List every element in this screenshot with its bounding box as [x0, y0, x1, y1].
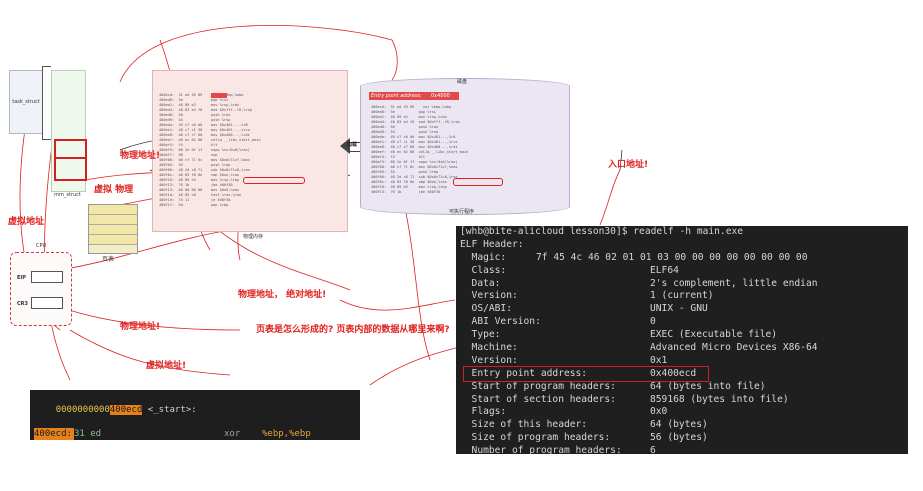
elf-row-value: UNIX - GNU: [650, 303, 708, 315]
terminal-readelf: [whb@bite-alicloud lesson30]$ readelf -h…: [456, 226, 908, 454]
disk-title: 磁盘: [457, 79, 468, 85]
elf-row-value: 0x0: [650, 406, 668, 418]
elf-row-key: OS/ABI:: [460, 303, 512, 315]
elf-row-value: 6: [650, 445, 656, 454]
annotation-page-table-question: 页表是怎么形成的? 页表内部的数据从哪里来啊?: [256, 325, 450, 335]
task-struct-label: task_struct: [12, 99, 40, 105]
task-struct-box: task_struct: [9, 70, 43, 134]
annotation-virtual-physical: 虚拟 物理: [94, 185, 134, 195]
disk-label: 可执行程序: [449, 209, 475, 215]
annotation-physical-address: 物理地址!: [120, 151, 161, 161]
elf-row-key: Flags:: [460, 406, 507, 418]
elf-row: ABI Version: 0: [460, 316, 908, 329]
cr3-label: CR3: [17, 301, 28, 307]
elf-row-value: 859168 (bytes into file): [650, 393, 789, 405]
annotation-virtual-address-bottom: 虚拟地址!: [146, 361, 187, 371]
memory-highlight: [211, 93, 227, 98]
elf-row-key: Version:: [460, 290, 518, 302]
elf-row-value: 56 (bytes): [650, 432, 708, 444]
disk-entry-label: Entry point address:: [371, 93, 422, 99]
elf-magic-key: Magic:: [460, 251, 507, 263]
annotation-physical-absolute: 物理地址， 绝对地址!: [238, 290, 327, 300]
mm-segment-upper: [54, 139, 87, 159]
elf-row-value: 0: [650, 316, 656, 328]
mm-struct-box: [51, 70, 87, 192]
disasm-line-addr: 400ecd:: [34, 428, 74, 440]
elf-row-key: Size of program headers:: [460, 432, 611, 444]
physical-memory-panel: 400ecd: 31 ed 49 89 xor %ebp,%ebp 400ed0…: [152, 70, 348, 240]
elf-row-key: Class:: [460, 264, 507, 276]
elf-row: Machine: Advanced Micro Devices X86-64: [460, 342, 908, 355]
disk-call-highlight: [453, 178, 503, 186]
elf-row-key: Start of section headers:: [460, 393, 616, 405]
cr3-register: [31, 297, 63, 309]
elf-row-value: 64 (bytes into file): [650, 380, 766, 392]
elf-magic-row: Magic: 7f 45 4c 46 02 01 01 03 00 00 00 0…: [460, 252, 908, 265]
page-table-box: [88, 204, 138, 254]
elf-row-key: Machine:: [460, 342, 518, 354]
elf-row-key: Data:: [460, 277, 501, 289]
mm-segment-lower: [54, 157, 87, 181]
disk-panel: 磁盘 Entry point address: 0x4000 400ecd: 3…: [360, 78, 570, 215]
entry-point-highlight: [463, 366, 709, 382]
elf-magic-value: 7f 45 4c 46 02 01 01 03 00 00 00 00 00 0…: [536, 251, 808, 263]
elf-row: Size of program headers: 56 (bytes): [460, 432, 908, 445]
elf-row: Data: 2's complement, little endian: [460, 278, 908, 291]
load-label: 加载: [347, 142, 358, 148]
elf-row: Start of section headers: 859168 (bytes i…: [460, 394, 908, 407]
elf-header-rows: Class: ELF64 Data: 2's complement, little …: [460, 265, 908, 454]
disasm-line-op: xor: [224, 429, 241, 439]
elf-row-value: 1 (current): [650, 290, 714, 302]
page-table-label: 页表: [102, 256, 115, 263]
elf-header-title: ELF Header:: [460, 238, 524, 250]
elf-row-value: ELF64: [650, 264, 679, 276]
elf-row-key: Number of program headers:: [460, 445, 622, 454]
disasm-line-args: %ebp,%ebp: [262, 429, 311, 439]
elf-row: Number of program headers: 6: [460, 445, 908, 454]
cpu-box: EIP CR3: [10, 252, 72, 326]
elf-row-key: Size of this header:: [460, 419, 588, 431]
elf-row-key: Start of program headers:: [460, 380, 616, 392]
disasm-panel: 0000000000400ecd <_start>: 400ecd: 31 ed x…: [30, 390, 360, 440]
disasm-lines: 400ecd:31 edxor%ebp,%ebp400ecf:49 89 d1m…: [34, 428, 356, 440]
elf-row-value: 0x1: [650, 354, 668, 366]
disasm-line: 400ecd: 31 ed xor %ebp,%ebp: [34, 428, 356, 440]
elf-row: Class: ELF64: [460, 265, 908, 278]
disasm-header: 0000000000400ecd <_start>:: [34, 392, 356, 428]
elf-row: Size of this header: 64 (bytes): [460, 419, 908, 432]
eip-label: EIP: [17, 275, 26, 281]
elf-row-key: ABI Version:: [460, 316, 541, 328]
elf-row-value: 64 (bytes): [650, 419, 708, 431]
elf-row-value: 2's complement, little endian: [650, 277, 818, 289]
elf-row: Start of program headers: 64 (bytes into …: [460, 381, 908, 394]
disasm-symbol: <_start>:: [142, 405, 197, 415]
cpu-label: CPU: [36, 243, 47, 249]
elf-row: OS/ABI: UNIX - GNU: [460, 303, 908, 316]
task-struct-bracket: [42, 66, 51, 140]
elf-row-key: Type:: [460, 329, 501, 341]
disk-entry-value: 0x4000: [431, 93, 450, 99]
elf-row: Version: 1 (current): [460, 290, 908, 303]
elf-row-value: Advanced Micro Devices X86-64: [650, 342, 818, 354]
annotation-virtual-address-left: 虚拟地址: [8, 217, 45, 227]
elf-row: Flags: 0x0: [460, 406, 908, 419]
annotation-physical-address-2: 物理地址!: [120, 322, 161, 332]
disasm-line-bytes: 31 ed: [74, 429, 102, 439]
physical-memory-label: 物理内存: [243, 234, 264, 240]
terminal-prompt: [whb@bite-alicloud lesson30]$ readelf -h…: [460, 226, 744, 237]
disasm-addr-prefix: 0000000000: [55, 405, 110, 415]
memory-highlight-call: [243, 177, 305, 184]
annotation-entry-address: 入口地址!: [608, 160, 649, 170]
eip-register: [31, 271, 63, 283]
elf-row: Type: EXEC (Executable file): [460, 329, 908, 342]
disasm-addr-highlight: 400ecd: [109, 405, 143, 415]
elf-row-value: EXEC (Executable file): [650, 329, 778, 341]
mm-struct-label: mm_struct: [54, 192, 81, 198]
memory-asm-listing: 400ecd: 31 ed 49 89 xor %ebp,%ebp 400ed0…: [159, 93, 261, 207]
